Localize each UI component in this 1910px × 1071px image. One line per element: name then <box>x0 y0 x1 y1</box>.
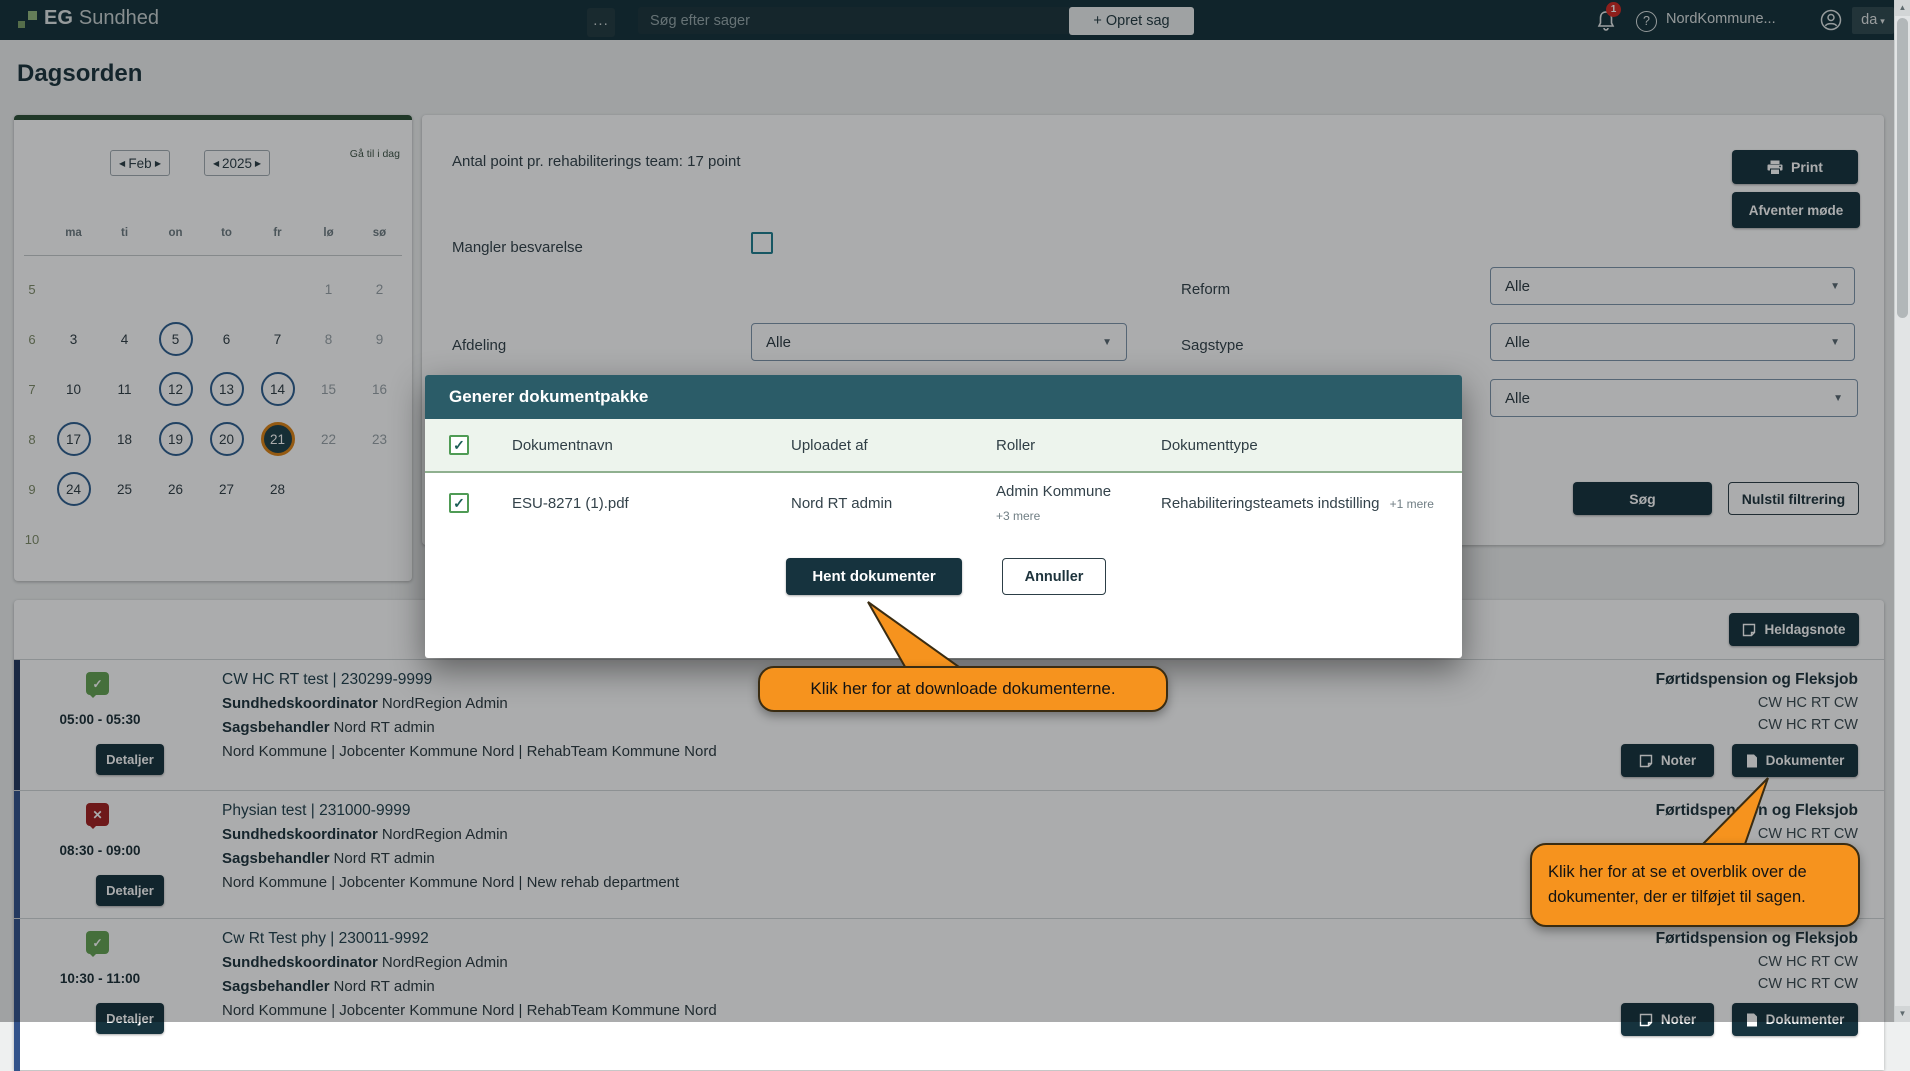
roles: Admin Kommune <box>996 483 1111 500</box>
column-header: Roller <box>996 437 1035 454</box>
document-type-value: Rehabiliteringsteamets indstilling <box>1161 495 1379 512</box>
scroll-up-icon[interactable]: ▲ <box>1895 0 1910 16</box>
document-type: Rehabiliteringsteamets indstilling +1 me… <box>1161 495 1434 512</box>
document-table-row: ✓ ESU-8271 (1).pdf Nord RT admin Admin K… <box>425 473 1462 537</box>
cancel-button[interactable]: Annuller <box>1002 558 1106 595</box>
documents-hint-text: Klik her for at se et overblik over de <box>1548 860 1858 885</box>
document-table-header: ✓ Dokumentnavn Uploadet af Roller Dokume… <box>425 419 1462 473</box>
documents-hint-text: dokumenter, der er tilføjet til sagen. <box>1548 885 1858 910</box>
vertical-scrollbar[interactable]: ▲ ▼ <box>1894 0 1910 1022</box>
download-hint-tooltip: Klik her for at downloade dokumenterne. <box>758 666 1168 712</box>
documents-hint-tooltip: Klik her for at se et overblik over de d… <box>1530 843 1860 927</box>
download-documents-button[interactable]: Hent dokumenter <box>786 558 962 595</box>
document-name: ESU-8271 (1).pdf <box>512 495 629 512</box>
row-checkbox[interactable]: ✓ <box>449 493 469 513</box>
column-header: Uploadet af <box>791 437 868 454</box>
generate-document-package-dialog: Generer dokumentpakke ✓ Dokumentnavn Upl… <box>425 375 1462 658</box>
scroll-down-icon[interactable]: ▼ <box>1895 1006 1910 1022</box>
uploaded-by: Nord RT admin <box>791 495 892 512</box>
document-type-more[interactable]: +1 mere <box>1390 497 1434 511</box>
scrollbar-thumb[interactable] <box>1897 18 1908 318</box>
roles-more[interactable]: +3 mere <box>996 509 1040 523</box>
column-header: Dokumenttype <box>1161 437 1258 454</box>
dialog-title: Generer dokumentpakke <box>425 375 1462 419</box>
column-header: Dokumentnavn <box>512 437 613 454</box>
download-hint-text: Klik her for at downloade dokumenterne. <box>810 679 1115 699</box>
select-all-checkbox[interactable]: ✓ <box>449 435 469 455</box>
